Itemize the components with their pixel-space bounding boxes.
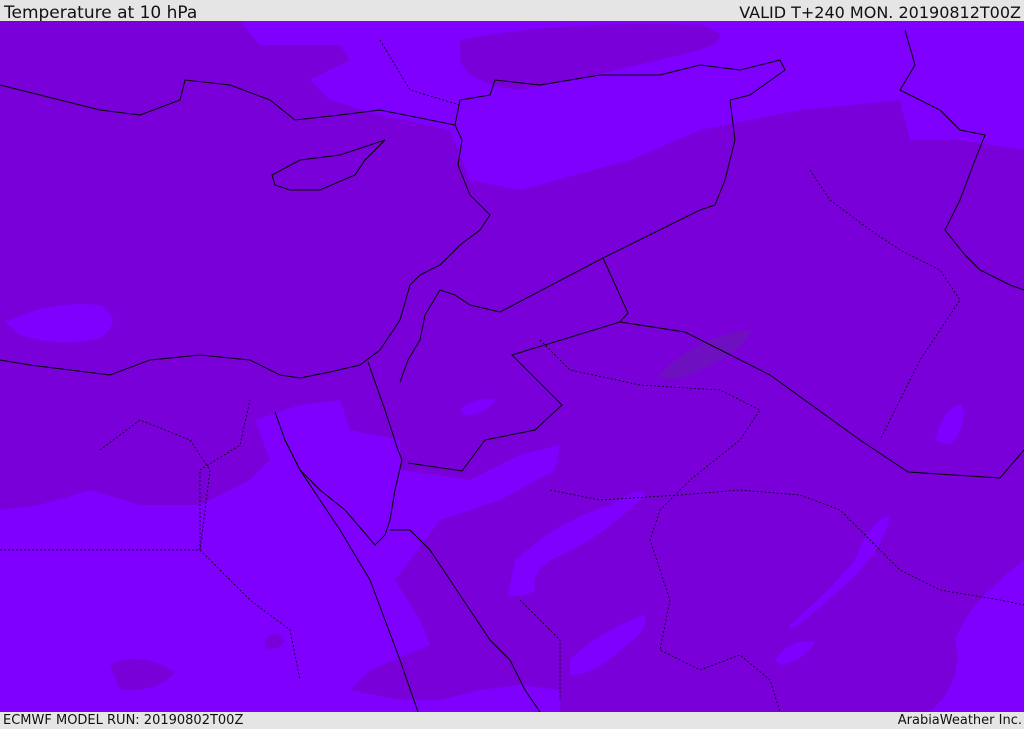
credit: ArabiaWeather Inc. — [897, 713, 1022, 728]
header-bar: Temperature at 10 hPa VALID T+240 MON. 2… — [0, 0, 1024, 23]
model-run: ECMWF MODEL RUN: 20190802T00Z — [3, 713, 244, 728]
map-title: Temperature at 10 hPa — [4, 3, 198, 23]
temperature-map[interactable] — [0, 21, 1024, 712]
valid-time: VALID T+240 MON. 20190812T00Z — [739, 3, 1021, 22]
footer-bar: ECMWF MODEL RUN: 20190802T00Z ArabiaWeat… — [0, 712, 1024, 729]
